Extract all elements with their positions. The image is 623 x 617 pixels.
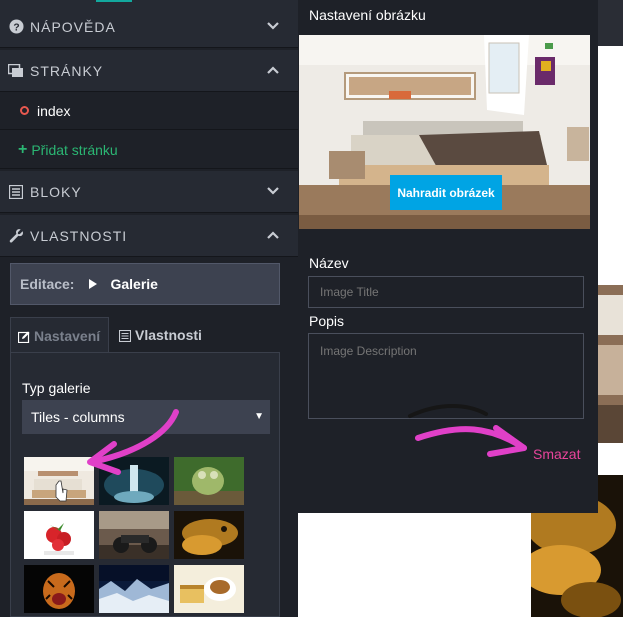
edit-label: Editace:: [20, 276, 75, 292]
frog-statue-thumbnail[interactable]: [174, 457, 244, 505]
chevron-up-icon: [266, 228, 280, 242]
waterfall-thumbnail[interactable]: [99, 457, 169, 505]
modal-title: Nastavení obrázku: [309, 7, 426, 23]
page-status-icon: [20, 106, 29, 115]
edit-target-bar: Editace: Galerie: [10, 263, 280, 305]
section-properties[interactable]: VLASTNOSTI: [0, 215, 298, 257]
gallery-type-value: Tiles - columns: [31, 409, 125, 425]
pages-icon: [8, 63, 24, 79]
tab-settings-label: Nastavení: [34, 327, 101, 344]
image-settings-modal: Nastavení obrázku Nahradit obrázek Název…: [298, 0, 598, 513]
section-pages[interactable]: STRÁNKY: [0, 50, 298, 92]
svg-text:?: ?: [13, 22, 19, 33]
mountains-thumbnail[interactable]: [99, 565, 169, 613]
add-page-button[interactable]: + Přidat stránku: [0, 131, 298, 169]
question-circle-icon: ?: [8, 19, 24, 35]
chevron-down-icon: [266, 19, 280, 33]
section-blocks-label: BLOKY: [30, 183, 82, 200]
tab-settings[interactable]: Nastavení: [10, 317, 109, 353]
chevron-up-icon: [266, 63, 280, 77]
section-pages-label: STRÁNKY: [30, 62, 104, 79]
description-label: Popis: [309, 313, 345, 329]
gallery-type-label: Typ galerie: [22, 380, 91, 396]
caret-down-icon: ▼: [254, 411, 264, 422]
lizard-thumbnail[interactable]: [174, 511, 244, 559]
list-icon: [118, 329, 132, 343]
strawberries-thumbnail[interactable]: [24, 511, 94, 559]
replace-image-button[interactable]: Nahradit obrázek: [390, 175, 502, 210]
page-item-index[interactable]: index: [0, 92, 298, 130]
properties-panel: Editace: Galerie Nastavení Vlastnosti Ty…: [0, 258, 298, 617]
top-accent-line: [96, 0, 132, 2]
gallery-type-select[interactable]: Tiles - columns ▼: [22, 400, 270, 434]
sidebar: ? NÁPOVĚDA STRÁNKY index + Přidat stránk…: [0, 0, 298, 617]
tiger-thumbnail[interactable]: [24, 565, 94, 613]
play-icon: [89, 279, 98, 289]
image-preview: Nahradit obrázek: [299, 35, 590, 229]
tab-properties-label: Vlastnosti: [135, 327, 202, 343]
blocks-list-icon: [8, 184, 24, 200]
wrench-icon: [8, 228, 24, 244]
image-description-input[interactable]: [308, 333, 584, 419]
bedroom-thumbnail[interactable]: [24, 457, 94, 505]
page-item-label: index: [37, 102, 71, 119]
delete-link[interactable]: Smazat: [533, 446, 580, 462]
motorbike-thumbnail[interactable]: [99, 511, 169, 559]
tab-properties[interactable]: Vlastnosti: [112, 317, 222, 353]
add-page-label: Přidat stránku: [31, 141, 118, 158]
plus-icon: +: [18, 140, 28, 158]
section-help-label: NÁPOVĚDA: [30, 18, 116, 35]
section-properties-label: VLASTNOSTI: [30, 227, 128, 244]
name-label: Název: [309, 255, 349, 271]
section-help[interactable]: ? NÁPOVĚDA: [0, 6, 298, 48]
coffee-cake-thumbnail[interactable]: [174, 565, 244, 613]
edit-target-name: Galerie: [110, 276, 158, 292]
section-blocks[interactable]: BLOKY: [0, 171, 298, 213]
chevron-down-icon: [266, 184, 280, 198]
edit-icon: [17, 330, 30, 343]
background-bedroom-image: [598, 285, 623, 443]
image-title-input[interactable]: [308, 276, 584, 308]
